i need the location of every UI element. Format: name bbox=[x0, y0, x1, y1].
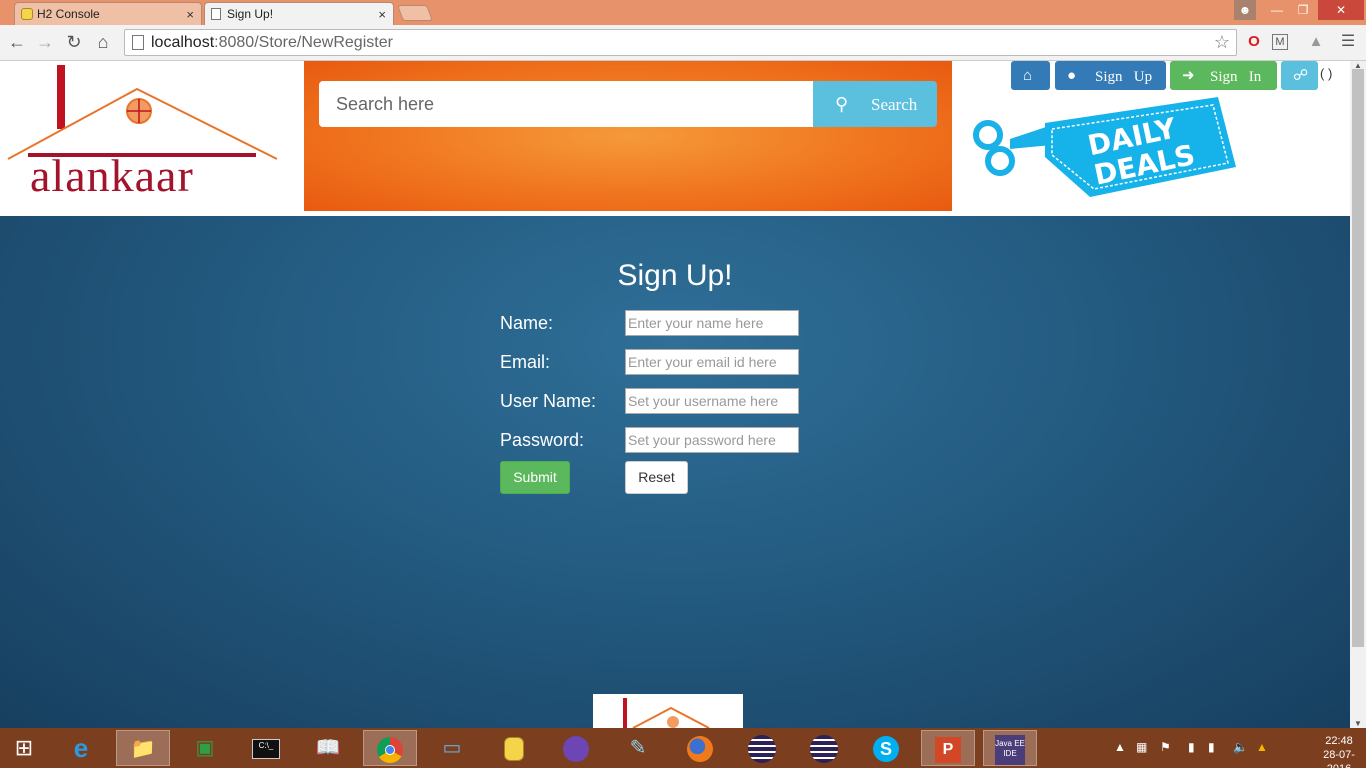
signup-section: Sign Up! Name: Email: User Name: Passwor… bbox=[0, 216, 1350, 728]
system-clock[interactable]: 22:48 28-07-2016 bbox=[1312, 734, 1366, 776]
email-field[interactable] bbox=[625, 349, 799, 375]
firefox-icon[interactable] bbox=[673, 730, 727, 766]
tab-label: Sign Up! bbox=[227, 7, 274, 21]
reader-icon[interactable]: 📖 bbox=[301, 730, 355, 766]
remote-desktop-icon[interactable]: ▭ bbox=[425, 730, 479, 766]
window-close-icon[interactable]: ✕ bbox=[1318, 0, 1364, 20]
battery-icon[interactable]: ▮ bbox=[1188, 740, 1195, 754]
name-field[interactable] bbox=[625, 310, 799, 336]
site-header: alankaar ⚲ Search ⌂ ● Sign Up ➜ Sign In … bbox=[0, 61, 1350, 216]
maximize-icon[interactable]: ❐ bbox=[1290, 0, 1316, 20]
tab-label: H2 Console bbox=[37, 7, 100, 21]
show-hidden-icons[interactable]: ▲ bbox=[1114, 740, 1126, 754]
password-label: Password: bbox=[500, 430, 585, 450]
user-icon: ● bbox=[1067, 68, 1077, 84]
cart-button[interactable]: ☍ bbox=[1281, 61, 1318, 90]
page-icon bbox=[211, 8, 221, 20]
file-explorer-icon[interactable]: 📁 bbox=[116, 730, 170, 766]
close-icon[interactable]: × bbox=[378, 3, 386, 26]
scrollbar-thumb[interactable] bbox=[1352, 69, 1364, 647]
logo-text: alankaar bbox=[30, 150, 194, 197]
home-icon[interactable]: ⌂ bbox=[92, 31, 114, 53]
scroll-down-icon[interactable]: ▼ bbox=[1354, 719, 1362, 728]
daily-deals-banner[interactable]: DAILY DEALS bbox=[970, 97, 1240, 207]
name-label: Name: bbox=[500, 313, 554, 333]
search-icon: ⚲ bbox=[835, 94, 849, 114]
internet-explorer-icon[interactable]: e bbox=[54, 730, 108, 766]
reset-button[interactable]: Reset bbox=[625, 461, 688, 494]
clock-date: 28-07-2016 bbox=[1323, 749, 1355, 775]
reload-icon[interactable]: ↻ bbox=[63, 31, 85, 53]
powerpoint-icon[interactable]: P bbox=[921, 730, 975, 766]
footer-logo bbox=[593, 694, 743, 728]
tab-sign-up[interactable]: Sign Up! × bbox=[204, 2, 394, 25]
windows-taskbar: ⊞ e 📁 ▣ C:\_ 📖 ▭ ✎ S P Java EE IDE ▲ ▦ ⚑… bbox=[0, 728, 1366, 775]
signal-icon[interactable]: ▮ bbox=[1208, 740, 1215, 754]
chrome-icon[interactable] bbox=[363, 730, 417, 766]
browser-titlebar: H2 Console × Sign Up! × ☻ — ❐ ✕ bbox=[0, 0, 1366, 25]
email-label: Email: bbox=[500, 352, 551, 372]
search-button[interactable]: ⚲ Search bbox=[813, 81, 937, 127]
eclipse-ee-icon[interactable] bbox=[797, 730, 851, 766]
login-icon: ➜ bbox=[1182, 68, 1195, 84]
github-icon[interactable] bbox=[549, 730, 603, 766]
cart-icon: ☍ bbox=[1293, 68, 1309, 84]
google-drive-icon[interactable]: ▲ bbox=[1256, 740, 1268, 754]
extension-icon[interactable]: M bbox=[1272, 34, 1288, 50]
page-title: Sign Up! bbox=[617, 259, 733, 292]
tab-h2-console[interactable]: H2 Console × bbox=[14, 2, 202, 25]
eclipse-icon[interactable] bbox=[735, 730, 789, 766]
store-icon[interactable]: ▣ bbox=[178, 730, 232, 766]
password-field[interactable] bbox=[625, 427, 799, 453]
minimize-icon[interactable]: — bbox=[1264, 0, 1290, 20]
forward-icon[interactable]: → bbox=[34, 31, 56, 53]
page-icon bbox=[132, 35, 144, 50]
drive-extension-icon[interactable]: ▲ bbox=[1306, 32, 1326, 52]
back-icon[interactable]: ← bbox=[6, 31, 28, 53]
database-icon bbox=[21, 8, 33, 20]
browser-toolbar: ← → ↻ ⌂ localhost:8080/Store/NewRegister… bbox=[0, 25, 1366, 61]
java-ee-ide-icon[interactable]: Java EE IDE bbox=[983, 730, 1037, 766]
address-bar[interactable]: localhost:8080/Store/NewRegister ☆ bbox=[124, 29, 1237, 56]
page-scrollbar[interactable]: ▲ ▼ bbox=[1350, 61, 1366, 728]
notes-icon[interactable]: ✎ bbox=[611, 730, 665, 766]
username-field[interactable] bbox=[625, 388, 799, 414]
flag-icon[interactable]: ⚑ bbox=[1160, 740, 1171, 754]
sign-up-button[interactable]: ● Sign Up bbox=[1055, 61, 1166, 90]
h2-database-icon[interactable] bbox=[487, 730, 541, 766]
search-input[interactable] bbox=[319, 81, 814, 127]
user-profile-icon[interactable]: ☻ bbox=[1234, 0, 1256, 20]
opera-icon[interactable]: O bbox=[1244, 32, 1264, 52]
volume-icon[interactable]: 🔈 bbox=[1233, 740, 1248, 754]
menu-icon[interactable]: ☰ bbox=[1338, 32, 1358, 52]
search-box[interactable] bbox=[319, 81, 814, 127]
skype-icon[interactable]: S bbox=[859, 730, 913, 766]
home-icon: ⌂ bbox=[1023, 68, 1033, 84]
username-label: User Name: bbox=[500, 391, 597, 411]
action-center-icon[interactable]: ▦ bbox=[1136, 740, 1147, 754]
submit-button[interactable]: Submit bbox=[500, 461, 570, 494]
home-button[interactable]: ⌂ bbox=[1011, 61, 1050, 90]
command-prompt-icon[interactable]: C:\_ bbox=[239, 730, 293, 766]
clock-time: 22:48 bbox=[1325, 735, 1353, 747]
sign-in-button[interactable]: ➜ Sign In bbox=[1170, 61, 1277, 90]
site-logo[interactable]: alankaar bbox=[6, 63, 281, 197]
cart-count: ( ) bbox=[1320, 66, 1333, 81]
new-tab-button[interactable] bbox=[397, 5, 433, 21]
web-page: alankaar ⚲ Search ⌂ ● Sign Up ➜ Sign In … bbox=[0, 61, 1350, 728]
close-icon[interactable]: × bbox=[186, 3, 194, 26]
bookmark-star-icon[interactable]: ☆ bbox=[1214, 32, 1230, 53]
url-text: localhost:8080/Store/NewRegister bbox=[151, 34, 393, 51]
start-button[interactable]: ⊞ bbox=[0, 730, 48, 766]
